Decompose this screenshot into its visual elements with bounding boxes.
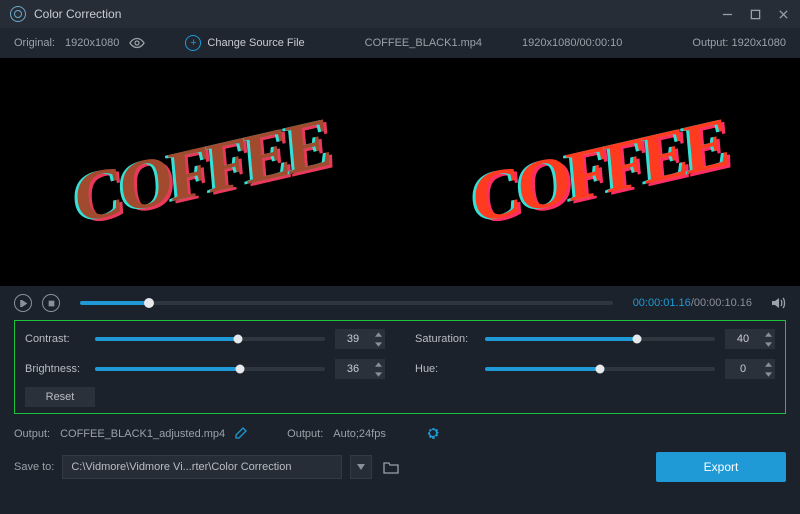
change-source-button[interactable]: + Change Source File — [185, 35, 304, 51]
saturation-step-up[interactable] — [761, 329, 775, 339]
seek-thumb[interactable] — [144, 298, 154, 308]
contrast-row: Contrast: 39 — [25, 329, 385, 349]
info-bar: Original: 1920x1080 + Change Source File… — [0, 28, 800, 58]
saturation-slider[interactable] — [485, 337, 715, 341]
change-source-label: Change Source File — [207, 37, 304, 49]
output-row: Output: COFFEE_BLACK1_adjusted.mp4 Outpu… — [0, 420, 800, 448]
brightness-slider[interactable] — [95, 367, 325, 371]
current-time: 00:00:01.16 — [633, 297, 691, 309]
window-title: Color Correction — [34, 7, 720, 21]
saturation-label: Saturation: — [415, 333, 475, 345]
time-display: 00:00:01.16/00:00:10.16 — [633, 297, 752, 309]
export-button[interactable]: Export — [656, 452, 786, 482]
hue-label: Hue: — [415, 363, 475, 375]
output-file-label: Output: — [14, 428, 50, 440]
hue-value: 0 — [725, 363, 761, 375]
reset-button[interactable]: Reset — [25, 387, 95, 407]
playback-bar: 00:00:01.16/00:00:10.16 — [0, 286, 800, 320]
brightness-row: Brightness: 36 — [25, 359, 385, 379]
hue-step-up[interactable] — [761, 359, 775, 369]
contrast-label: Contrast: — [25, 333, 85, 345]
output-label: Output: — [692, 37, 728, 49]
output-filename: COFFEE_BLACK1_adjusted.mp4 — [60, 428, 225, 440]
original-label: Original: — [14, 37, 55, 49]
seek-bar[interactable] — [80, 301, 613, 305]
volume-icon[interactable] — [770, 295, 786, 311]
maximize-button[interactable] — [748, 7, 762, 21]
close-button[interactable] — [776, 7, 790, 21]
saturation-row: Saturation: 40 — [415, 329, 775, 349]
saturation-step-down[interactable] — [761, 339, 775, 349]
output-format-label: Output: — [287, 428, 323, 440]
brightness-step-down[interactable] — [371, 369, 385, 379]
preview-adjusted-content: COFFEE — [469, 108, 728, 237]
duration: 00:00:10.16 — [694, 297, 752, 309]
plus-icon: + — [185, 35, 201, 51]
preview-adjusted: COFFEE — [401, 61, 797, 283]
app-logo-icon — [10, 6, 26, 22]
saturation-input[interactable]: 40 — [725, 329, 775, 349]
save-row: Save to: C:\Vidmore\Vidmore Vi...rter\Co… — [0, 448, 800, 486]
contrast-input[interactable]: 39 — [335, 329, 385, 349]
brightness-input[interactable]: 36 — [335, 359, 385, 379]
preview-toggle-icon[interactable] — [129, 35, 145, 51]
hue-input[interactable]: 0 — [725, 359, 775, 379]
stop-button[interactable] — [42, 294, 60, 312]
window-controls — [720, 7, 790, 21]
save-path-dropdown[interactable] — [350, 455, 372, 479]
contrast-value: 39 — [335, 333, 371, 345]
output-resolution: 1920x1080 — [732, 37, 786, 49]
preview-original-content: COFFEE — [71, 108, 330, 237]
save-path-field[interactable]: C:\Vidmore\Vidmore Vi...rter\Color Corre… — [62, 455, 342, 479]
saturation-value: 40 — [725, 333, 761, 345]
brightness-value: 36 — [335, 363, 371, 375]
source-filename: COFFEE_BLACK1.mp4 — [365, 37, 482, 49]
brightness-step-up[interactable] — [371, 359, 385, 369]
contrast-step-up[interactable] — [371, 329, 385, 339]
contrast-slider[interactable] — [95, 337, 325, 341]
preview-area: COFFEE COFFEE — [0, 58, 800, 286]
contrast-step-down[interactable] — [371, 339, 385, 349]
open-folder-icon[interactable] — [380, 455, 402, 479]
edit-output-name-icon[interactable] — [235, 427, 247, 442]
title-bar: Color Correction — [0, 0, 800, 28]
output-format-value: Auto;24fps — [333, 428, 386, 440]
preview-original: COFFEE — [3, 61, 399, 283]
minimize-button[interactable] — [720, 7, 734, 21]
brightness-label: Brightness: — [25, 363, 85, 375]
save-to-label: Save to: — [14, 461, 54, 473]
adjustment-panel: Contrast: 39 Saturation: 40 — [14, 320, 786, 414]
hue-slider[interactable] — [485, 367, 715, 371]
play-button[interactable] — [14, 294, 32, 312]
source-resolution-duration: 1920x1080/00:00:10 — [522, 37, 622, 49]
hue-row: Hue: 0 — [415, 359, 775, 379]
seek-fill — [80, 301, 149, 305]
output-settings-icon[interactable] — [426, 426, 440, 443]
original-resolution: 1920x1080 — [65, 37, 119, 49]
hue-step-down[interactable] — [761, 369, 775, 379]
